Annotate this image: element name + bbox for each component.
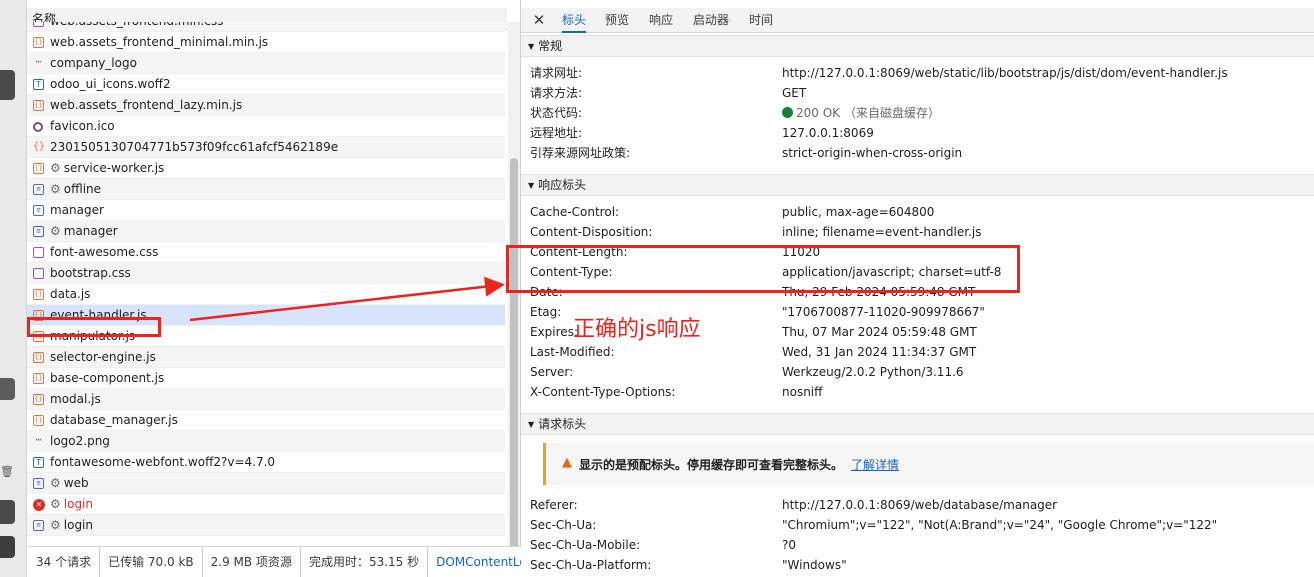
devtools-screenshot: 🗑 名称 web.assets_frontend.min.css{}web.as… <box>0 0 1314 577</box>
annotation-label: 正确的js响应 <box>573 317 701 342</box>
annotation-arrow <box>189 276 505 322</box>
